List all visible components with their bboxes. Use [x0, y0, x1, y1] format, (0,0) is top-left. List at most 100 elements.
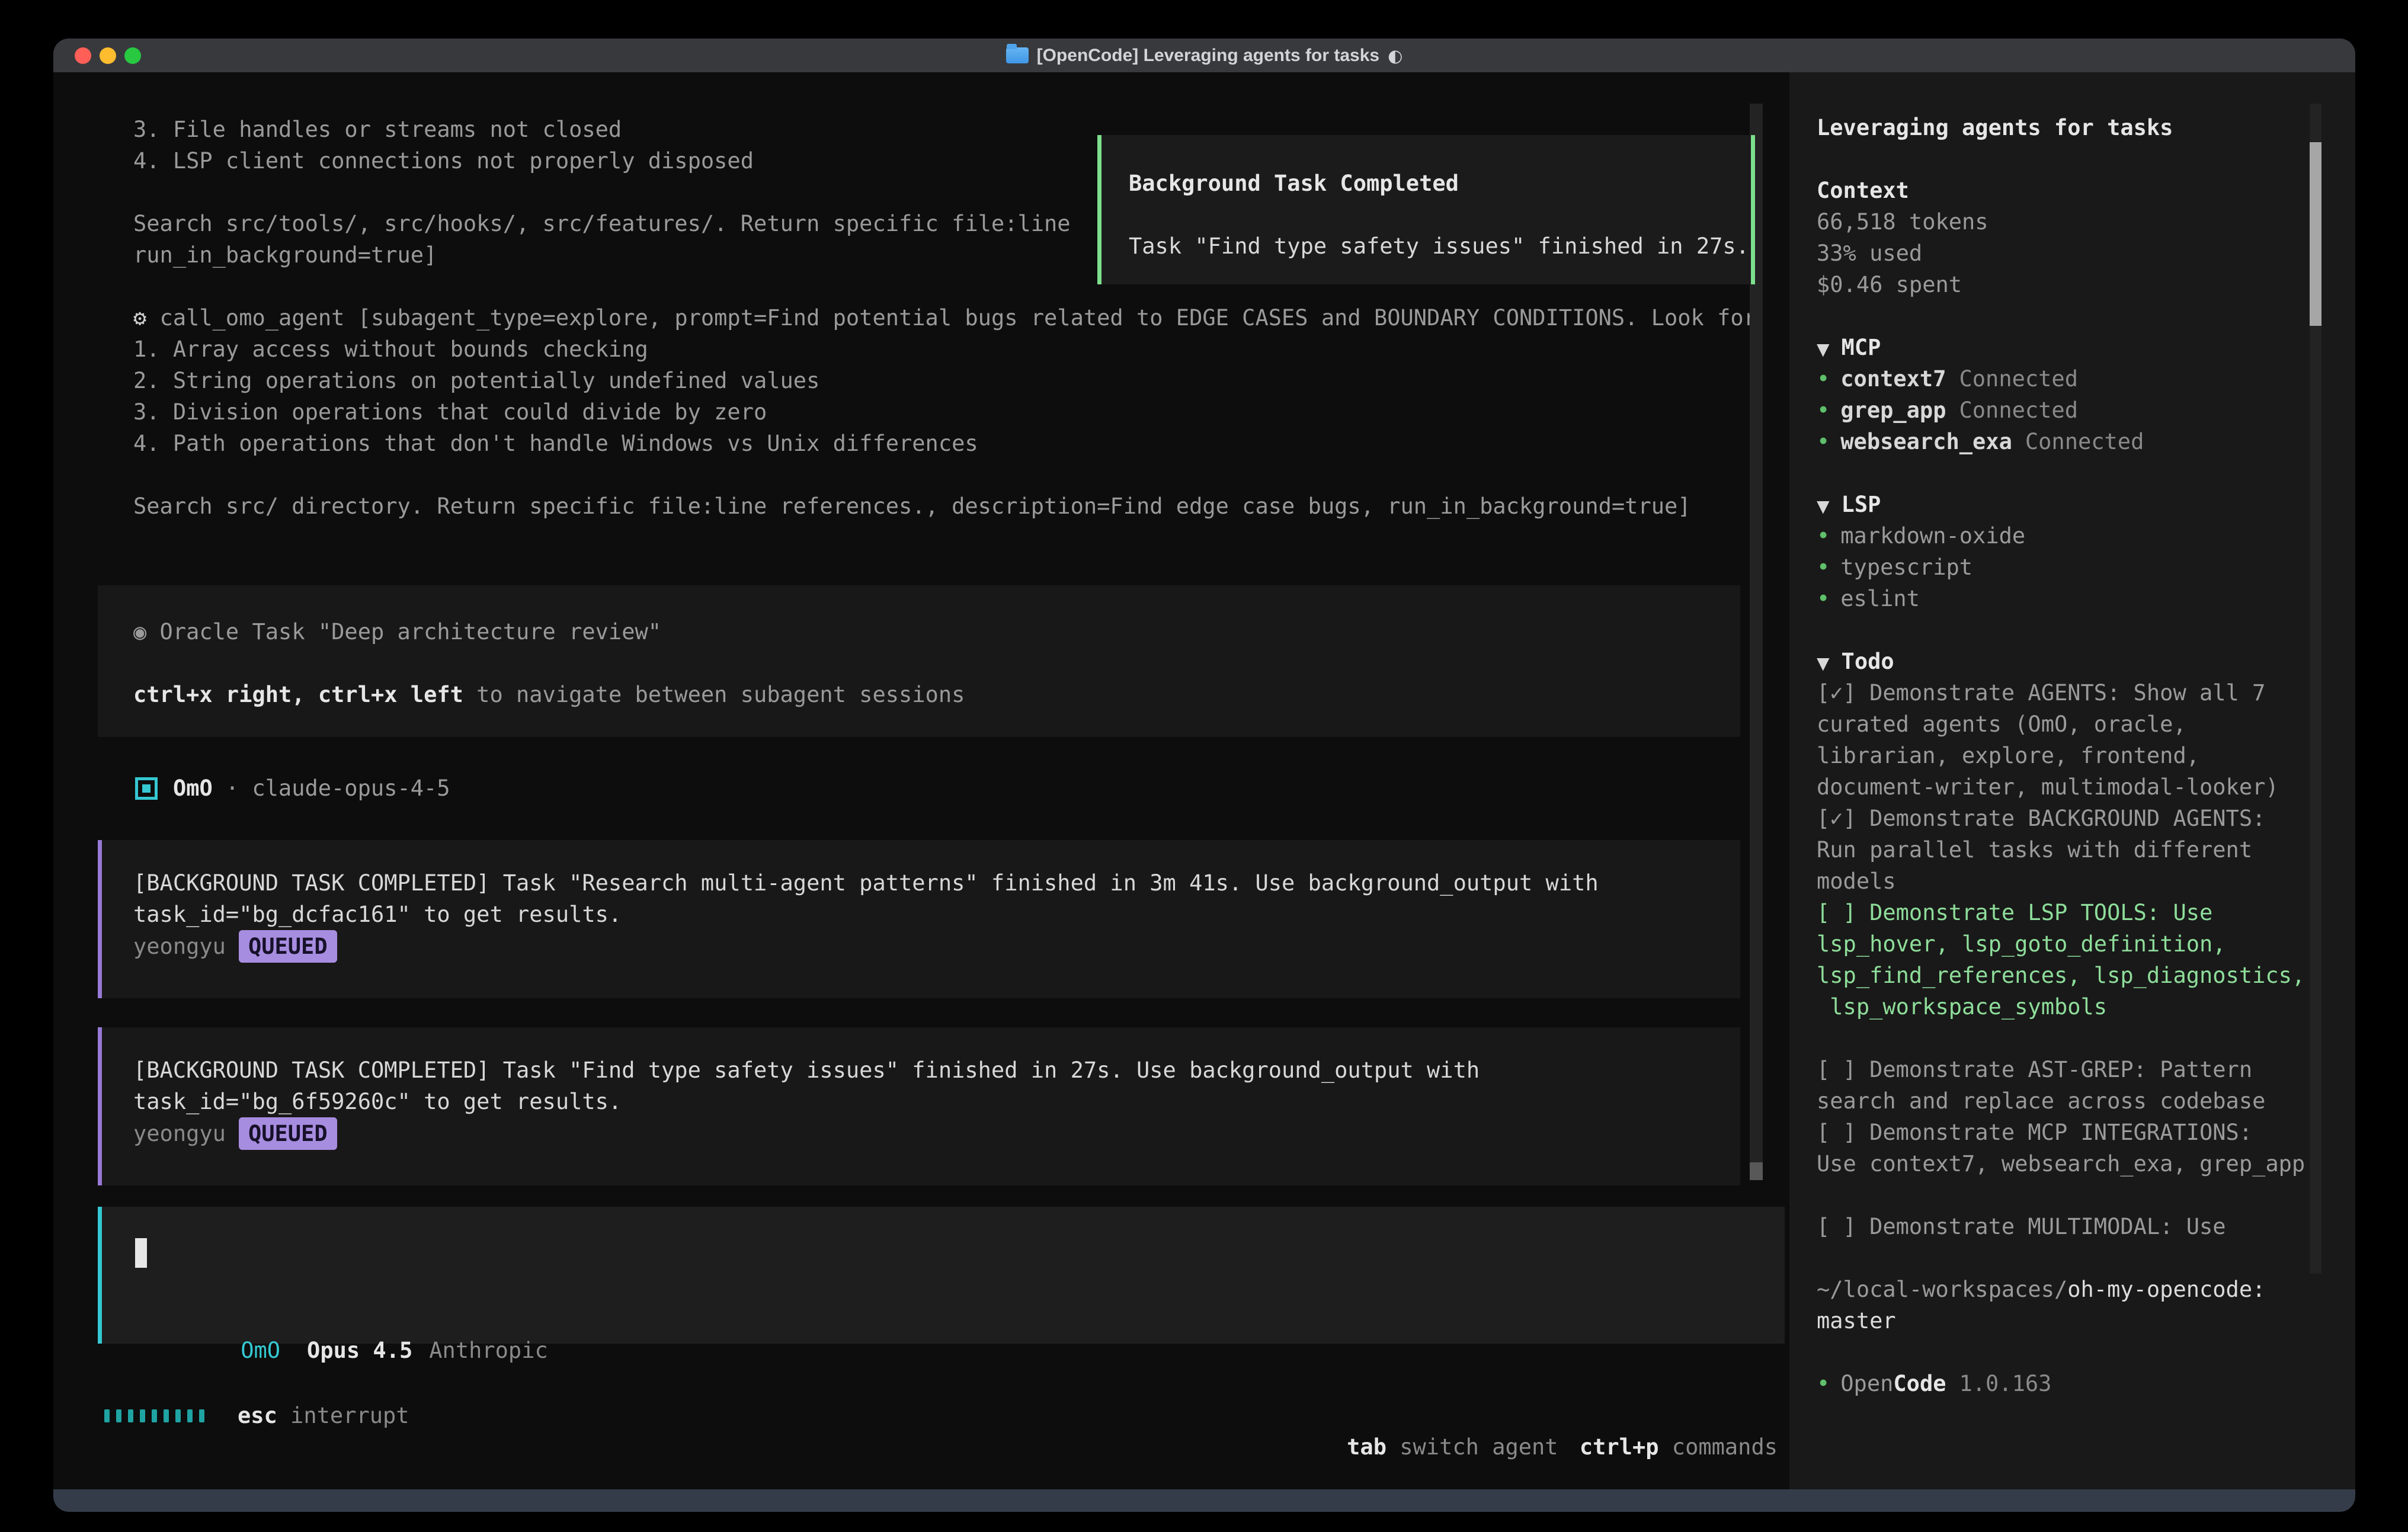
todo-line: models	[1817, 866, 2317, 897]
folder-icon	[1006, 47, 1029, 63]
agent-name: OmO	[173, 775, 213, 801]
context-tokens: 66,518 tokens	[1817, 206, 2317, 238]
chat-line: run_in_background=true]	[133, 239, 437, 271]
collapse-triangle-icon: ▼	[1817, 653, 1830, 673]
context-used: 33% used	[1817, 238, 2317, 269]
lsp-item: •markdown-oxide	[1817, 520, 2317, 552]
tool-call-line: ⚙ call_omo_agent [subagent_type=explore,…	[133, 302, 1757, 334]
traffic-lights	[75, 39, 141, 72]
minimize-button[interactable]	[100, 47, 116, 64]
todo-line: lsp_hover, lsp_goto_definition,	[1817, 928, 2317, 960]
sidebar-scrollbar[interactable]	[2310, 104, 2321, 1274]
tool-call-line: 4. Path operations that don't handle Win…	[133, 428, 978, 459]
esc-key-hint: esc	[238, 1403, 277, 1428]
status-dot-icon: •	[1817, 366, 1830, 392]
model-row: OmOOpus 4.5Anthropic	[135, 1303, 548, 1335]
status-dot-icon: •	[1817, 555, 1830, 580]
workspace-path: ~/local-workspaces/oh-my-opencode:	[1817, 1274, 2317, 1305]
collapse-triangle-icon: ▼	[1817, 339, 1830, 359]
agent-header: OmO · claude-opus-4-5	[135, 773, 450, 804]
half-circle-icon: ◐	[1388, 46, 1402, 66]
todo-line: [ ] Demonstrate LSP TOOLS: Use	[1817, 897, 2317, 928]
status-dot-icon: •	[1817, 586, 1830, 611]
input-model-name: Opus 4.5	[307, 1338, 412, 1363]
status-dot-icon: •	[1817, 398, 1830, 423]
todo-line: lsp_workspace_symbols	[1817, 991, 2317, 1023]
status-dot-icon: •	[1817, 429, 1830, 454]
close-button[interactable]	[75, 47, 91, 64]
todo-line: lsp_find_references, lsp_diagnostics,	[1817, 960, 2317, 991]
todo-line: document-writer, multimodal-looker)	[1817, 771, 2317, 803]
mcp-item: •grep_appConnected	[1817, 395, 2317, 426]
ctrlp-key-hint: ctrl+p	[1580, 1434, 1659, 1460]
statusbar-left: esc interrupt	[104, 1400, 409, 1431]
agent-model: · claude-opus-4-5	[226, 775, 450, 801]
message-meta: yeongyuQUEUED	[133, 1117, 337, 1150]
todo-line: [ ] Demonstrate AST-GREP: Pattern	[1817, 1054, 2317, 1085]
lsp-section-header[interactable]: ▼LSP	[1817, 489, 2317, 520]
todo-line: curated agents (OmO, oracle,	[1817, 709, 2317, 740]
gear-icon: ⚙	[133, 305, 146, 331]
agent-square-icon	[135, 777, 158, 800]
ctrlp-key-label: commands	[1659, 1434, 1778, 1460]
toast-title: Background Task Completed	[1129, 168, 1459, 199]
todo-line: search and replace across codebase	[1817, 1085, 2317, 1117]
todo-line: librarian, explore, frontend,	[1817, 740, 2317, 771]
background-task-message: [BACKGROUND TASK COMPLETED] Task "Find t…	[98, 1027, 1740, 1185]
background-task-message: [BACKGROUND TASK COMPLETED] Task "Resear…	[98, 840, 1740, 998]
input-agent-name: OmO	[241, 1338, 280, 1363]
message-line: [BACKGROUND TASK COMPLETED] Task "Find t…	[133, 1055, 1480, 1086]
tool-call-line: Search src/ directory. Return specific f…	[133, 491, 1691, 522]
status-dot-icon: •	[1817, 1371, 1830, 1396]
sidebar-content: Leveraging agents for tasks Context 66,5…	[1817, 112, 2317, 1399]
chat-scrollbar-thumb[interactable]	[1750, 1162, 1763, 1180]
collapse-triangle-icon: ▼	[1817, 496, 1830, 516]
oracle-task-panel: ◉ Oracle Task "Deep architecture review"…	[98, 585, 1740, 737]
prompt-input[interactable]: OmOOpus 4.5Anthropic	[98, 1207, 1785, 1344]
input-provider-name: Anthropic	[429, 1338, 547, 1363]
tool-call-line: 3. Division operations that could divide…	[133, 396, 767, 428]
session-title: Leveraging agents for tasks	[1817, 115, 2173, 140]
todo-section-header[interactable]: ▼Todo	[1817, 646, 2317, 677]
fisheye-icon: ◉	[133, 619, 146, 645]
app-window: [OpenCode] Leveraging agents for tasks ◐…	[53, 39, 2355, 1512]
lsp-item: •eslint	[1817, 583, 2317, 614]
chat-line: Search src/tools/, src/hooks/, src/featu…	[133, 208, 1071, 239]
statusbar-right: tab switch agent ctrl+p commands	[1268, 1400, 1778, 1431]
oracle-task-hint: ctrl+x right, ctrl+x left to navigate be…	[133, 679, 965, 710]
toast-body: Task "Find type safety issues" finished …	[1129, 230, 1749, 262]
author-name: yeongyu	[133, 1121, 226, 1146]
tab-key-label: switch agent	[1386, 1434, 1571, 1460]
todo-line: [✓] Demonstrate AGENTS: Show all 7	[1817, 677, 2317, 709]
context-spent: $0.46 spent	[1817, 269, 2317, 300]
notification-toast: Background Task Completed Task "Find typ…	[1097, 135, 1755, 284]
author-name: yeongyu	[133, 934, 226, 959]
sidebar-scrollbar-thumb[interactable]	[2310, 142, 2321, 326]
todo-line: [ ] Demonstrate MULTIMODAL: Use	[1817, 1211, 2317, 1242]
chat-line: 4. LSP client connections not properly d…	[133, 145, 754, 177]
mcp-item: •websearch_exaConnected	[1817, 426, 2317, 457]
message-meta: yeongyu QUEUED	[133, 930, 337, 963]
mcp-item: •context7Connected	[1817, 363, 2317, 395]
status-badge: QUEUED	[239, 930, 337, 963]
desktop-background: [OpenCode] Leveraging agents for tasks ◐…	[0, 0, 2408, 1532]
tool-call-line: 2. String operations on potentially unde…	[133, 365, 819, 396]
lsp-item: •typescript	[1817, 552, 2317, 583]
mcp-section-header[interactable]: ▼MCP	[1817, 332, 2317, 363]
todo-line: Use context7, websearch_exa, grep_app	[1817, 1148, 2317, 1180]
app-version: •OpenCode1.0.163	[1817, 1368, 2317, 1399]
text-cursor	[135, 1238, 147, 1268]
zoom-button[interactable]	[124, 47, 141, 64]
window-title: [OpenCode] Leveraging agents for tasks	[1037, 46, 1379, 66]
todo-line: Run parallel tasks with different	[1817, 834, 2317, 866]
spinner-icon	[104, 1409, 204, 1422]
message-line: task_id="bg_6f59260c" to get results.	[133, 1086, 622, 1117]
tab-key-hint: tab	[1347, 1434, 1386, 1460]
todo-line	[1817, 1023, 2317, 1054]
oracle-task-title: ◉ Oracle Task "Deep architecture review"	[133, 616, 661, 648]
chat-line: 3. File handles or streams not closed	[133, 114, 622, 145]
status-dot-icon: •	[1817, 523, 1830, 549]
esc-key-label: interrupt	[277, 1403, 409, 1428]
workspace-branch: master	[1817, 1305, 2317, 1337]
titlebar: [OpenCode] Leveraging agents for tasks ◐	[53, 39, 2355, 72]
